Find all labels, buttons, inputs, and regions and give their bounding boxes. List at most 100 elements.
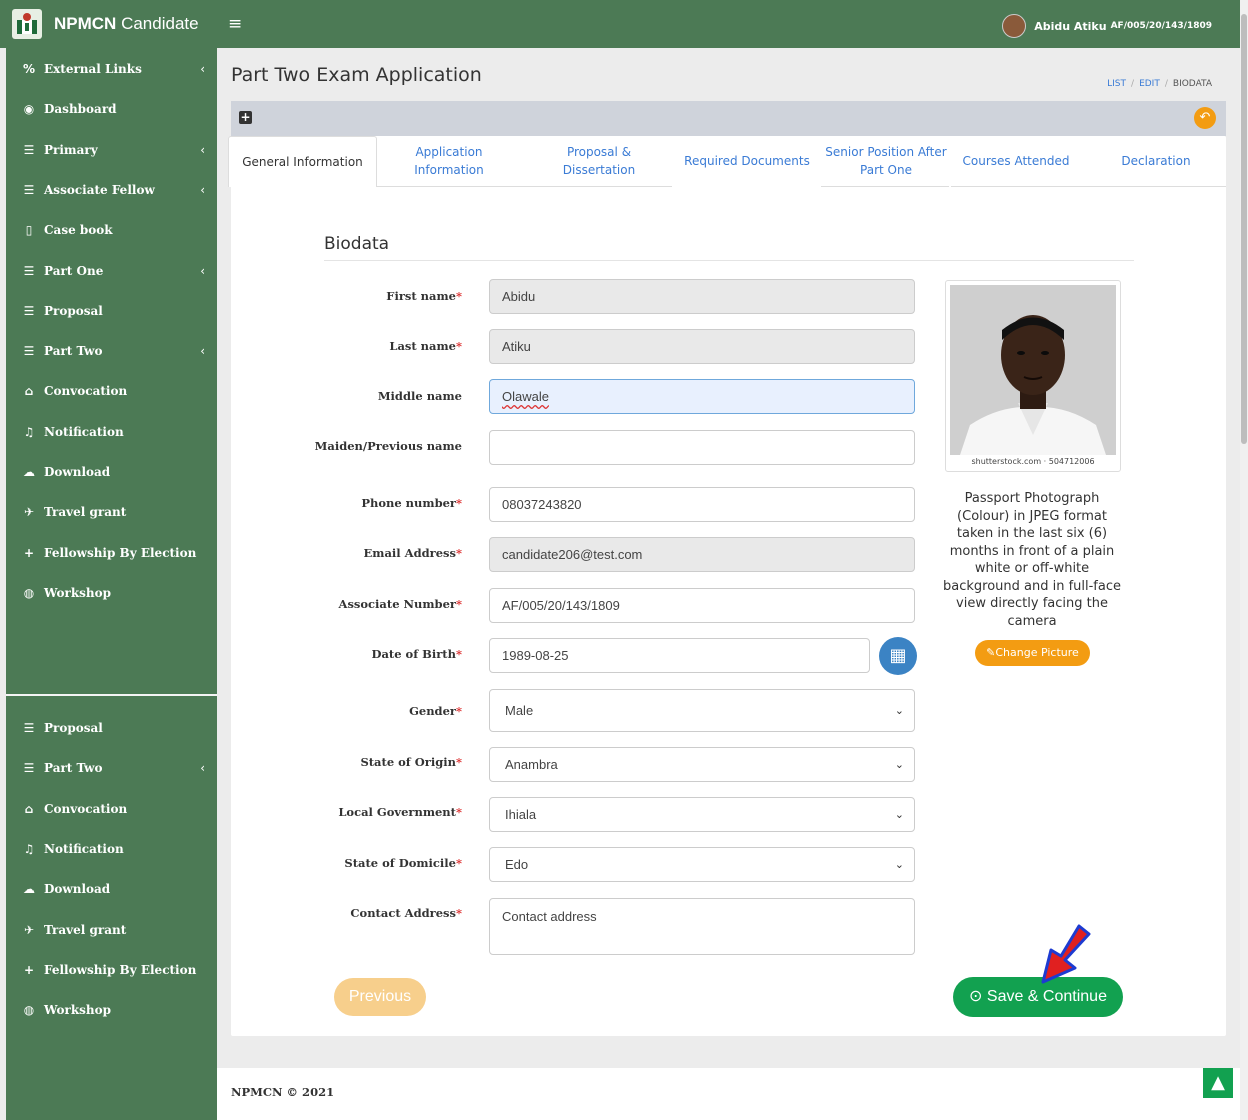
back-button[interactable]: ↶: [1194, 107, 1216, 129]
sidebar-item-part-one[interactable]: ☰ Part One ‹: [6, 256, 217, 286]
tab-proposal-dissertation[interactable]: Proposal & Dissertation: [531, 136, 667, 186]
scrollbar-thumb[interactable]: [1241, 14, 1247, 444]
sidebar-item-fellowship-by-election[interactable]: + Fellowship By Election: [6, 955, 217, 985]
sidebar-item-part-two[interactable]: ☰ Part Two ‹: [6, 753, 217, 783]
sidebar-item-label: Fellowship By Election: [44, 962, 197, 977]
dashboard-icon: ◉: [23, 102, 35, 117]
list-icon: ☰: [23, 182, 35, 197]
change-picture-button[interactable]: ✎Change Picture: [975, 640, 1090, 666]
sidebar-item-travel-grant[interactable]: ✈ Travel grant: [6, 915, 217, 945]
last-name-field[interactable]: Atiku: [489, 329, 915, 364]
tab-application-information[interactable]: Application Information: [384, 136, 514, 186]
bell-icon: ♫: [23, 841, 35, 856]
chevron-left-icon: ‹: [200, 182, 205, 197]
sidebar-item-label: Fellowship By Election: [44, 545, 197, 560]
sidebar-item-convocation[interactable]: ⌂ Convocation: [6, 376, 217, 406]
sidebar-item-proposal[interactable]: ☰ Proposal: [6, 713, 217, 743]
toolbar: + ↶: [231, 101, 1226, 136]
previous-button[interactable]: Previous: [334, 978, 426, 1016]
brand[interactable]: NPMCN Candidate: [0, 0, 217, 48]
sidebar-item-label: Workshop: [44, 1003, 112, 1018]
breadcrumb-current: BIODATA: [1172, 79, 1212, 89]
sidebar-item-proposal[interactable]: ☰ Proposal: [6, 296, 217, 326]
link-icon: %: [22, 62, 36, 76]
plus-icon: +: [23, 962, 35, 977]
add-icon[interactable]: +: [239, 111, 252, 124]
sidebar-item-fellowship-by-election[interactable]: + Fellowship By Election: [6, 538, 217, 568]
chevron-down-icon: ⌄: [894, 759, 904, 771]
passport-photo-frame: shutterstock.com · 504712006: [945, 280, 1121, 472]
tab-underline: [821, 186, 949, 187]
sidebar-item-convocation[interactable]: ⌂ Convocation: [6, 794, 217, 824]
sidebar-item-label: Convocation: [44, 801, 128, 816]
email-field[interactable]: candidate206@test.com: [489, 537, 915, 572]
state-domicile-select[interactable]: Edo ⌄: [489, 847, 915, 882]
list-icon: ☰: [23, 263, 35, 278]
tab-underline: [376, 186, 672, 187]
local-government-select[interactable]: Ihiala ⌄: [489, 797, 915, 832]
gender-select[interactable]: Male ⌄: [489, 689, 915, 732]
list-icon: ☰: [23, 344, 35, 359]
chevron-down-icon: ⌄: [894, 705, 904, 717]
chevron-left-icon: ‹: [200, 142, 205, 157]
scroll-to-top-button[interactable]: ▲: [1203, 1068, 1233, 1098]
sidebar-item-primary[interactable]: ☰ Primary ‹: [6, 135, 217, 165]
sidebar-item-label: Download: [44, 465, 111, 479]
user-id: AF/005/20/143/1809: [1110, 21, 1212, 31]
arrow-up-icon: ▲: [1211, 1072, 1225, 1093]
sidebar-item-notification[interactable]: ♫ Notification: [6, 834, 217, 864]
sidebar-item-workshop[interactable]: ◍ Workshop: [6, 995, 217, 1025]
sidebar-item-label: Part Two: [44, 344, 103, 359]
contact-address-textarea[interactable]: Contact address: [489, 898, 915, 955]
tab-general-information[interactable]: General Information: [228, 136, 377, 187]
sidebar-item-label: Proposal: [44, 303, 103, 318]
sidebar-item-label: Notification: [44, 424, 124, 439]
user-menu[interactable]: Abidu Atiku AF/005/20/143/1809: [1002, 14, 1212, 38]
plus-icon: +: [23, 545, 35, 560]
sidebar-item-label: Travel grant: [44, 505, 127, 520]
tab-required-documents[interactable]: Required Documents: [676, 136, 818, 186]
cloud-download-icon: ☁: [23, 465, 35, 479]
sidebar-item-download[interactable]: ☁ Download: [6, 457, 217, 487]
phone-field[interactable]: 08037243820: [489, 487, 915, 522]
sidebar-item-dashboard[interactable]: ◉ Dashboard: [6, 94, 217, 124]
tab-senior-position[interactable]: Senior Position After Part One: [823, 136, 949, 186]
chevron-down-icon: ⌄: [894, 859, 904, 871]
page-title: Part Two Exam Application: [231, 64, 482, 86]
bars-icon[interactable]: ≡: [228, 14, 242, 34]
calendar-icon[interactable]: ▦: [879, 637, 917, 675]
associate-number-field[interactable]: AF/005/20/143/1809: [489, 588, 915, 623]
breadcrumb-list[interactable]: LIST: [1107, 79, 1126, 89]
sidebar-item-case-book[interactable]: ▯ Case book: [6, 215, 217, 245]
first-name-field[interactable]: Abidu: [489, 279, 915, 314]
state-origin-select[interactable]: Anambra ⌄: [489, 747, 915, 782]
dob-field[interactable]: 1989-08-25: [489, 638, 870, 673]
passport-photo: [950, 285, 1116, 455]
last-name-label: Last name*: [389, 339, 462, 353]
sidebar-item-notification[interactable]: ♫ Notification: [6, 417, 217, 447]
dob-label: Date of Birth*: [371, 647, 462, 661]
contact-address-label: Contact Address*: [350, 906, 462, 920]
maiden-name-field[interactable]: [489, 430, 915, 465]
middle-name-field[interactable]: Olawale: [489, 379, 915, 414]
tab-declaration[interactable]: Declaration: [1111, 136, 1201, 186]
sidebar-item-travel-grant[interactable]: ✈ Travel grant: [6, 497, 217, 527]
sidebar-item-external-links[interactable]: % External Links ‹: [6, 54, 217, 84]
sidebar-divider: [6, 694, 217, 696]
sidebar-item-associate-fellow[interactable]: ☰ Associate Fellow ‹: [6, 175, 217, 205]
tab-courses-attended[interactable]: Courses Attended: [951, 136, 1081, 186]
sidebar-item-workshop[interactable]: ◍ Workshop: [6, 578, 217, 608]
sidebar-item-part-two[interactable]: ☰ Part Two ‹: [6, 336, 217, 366]
breadcrumb-edit[interactable]: EDIT: [1139, 79, 1160, 89]
chevron-left-icon: ‹: [200, 263, 205, 278]
sidebar-item-label: Associate Fellow: [44, 182, 155, 197]
first-name-label: First name*: [386, 289, 462, 303]
email-label: Email Address*: [363, 546, 462, 560]
graduation-cap-icon: ⌂: [24, 801, 34, 816]
page-scrollbar[interactable]: [1240, 0, 1248, 1120]
footer-copyright: NPMCN © 2021: [231, 1085, 335, 1099]
top-navbar: NPMCN Candidate ≡ Abidu Atiku AF/005/20/…: [0, 0, 1240, 48]
photo-caption: shutterstock.com · 504712006: [971, 457, 1095, 466]
maiden-name-label: Maiden/Previous name: [314, 439, 462, 453]
sidebar-item-download[interactable]: ☁ Download: [6, 874, 217, 904]
